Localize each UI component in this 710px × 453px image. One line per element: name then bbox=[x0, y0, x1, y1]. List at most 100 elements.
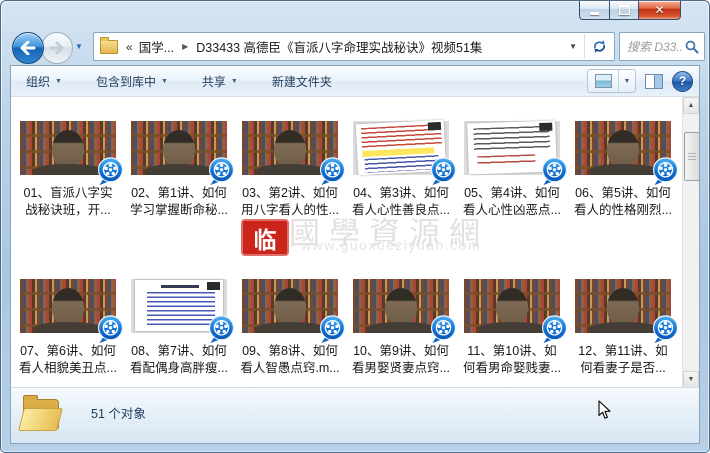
breadcrumb-separator-icon[interactable]: ▶ bbox=[182, 42, 188, 51]
watermark-site-url: www.guoxueziyuan.com bbox=[301, 237, 482, 253]
file-name-line2: 看人心性凶恶点... bbox=[463, 202, 561, 217]
close-button[interactable]: ✕ bbox=[639, 1, 681, 20]
change-view-button[interactable] bbox=[588, 70, 619, 92]
video-player-icon bbox=[541, 157, 568, 186]
search-input[interactable] bbox=[620, 39, 684, 54]
video-player-icon bbox=[97, 157, 124, 186]
video-player-icon bbox=[319, 157, 346, 186]
file-name-line1: 01、盲派八字实 bbox=[23, 186, 113, 200]
breadcrumb-root[interactable]: 国学... bbox=[139, 37, 174, 56]
maximize-button[interactable] bbox=[609, 1, 639, 20]
breadcrumb-current-folder[interactable]: D33433 高德臣《盲派八字命理实战秘诀》视频51集 bbox=[196, 37, 562, 56]
vertical-scrollbar[interactable]: ▲ ▼ bbox=[682, 97, 699, 388]
minimize-icon bbox=[590, 11, 599, 15]
scroll-down-button[interactable]: ▼ bbox=[683, 371, 699, 388]
file-thumbnail bbox=[20, 279, 124, 344]
share-label: 共享 bbox=[201, 74, 226, 89]
file-name: 03、第2讲、如何 用八字看人的性... bbox=[235, 185, 345, 218]
file-thumbnail bbox=[20, 121, 124, 186]
preview-pane-button[interactable] bbox=[645, 73, 663, 89]
file-item[interactable]: 08、第7讲、如何 看配偶身高胖瘦... bbox=[130, 279, 235, 376]
address-dropdown-icon[interactable]: ▼ bbox=[562, 42, 584, 51]
file-name-line1: 04、第3讲、如何 bbox=[353, 186, 449, 200]
recent-pages-chevron[interactable]: ▼ bbox=[75, 42, 83, 51]
file-name-line1: 12、第11讲、如 bbox=[578, 344, 668, 358]
scroll-up-button[interactable]: ▲ bbox=[683, 97, 699, 114]
new-folder-label: 新建文件夹 bbox=[271, 74, 332, 89]
file-name-line1: 05、第4讲、如何 bbox=[464, 186, 560, 200]
file-item[interactable]: 11、第10讲、如 何看男命娶贱妻... bbox=[463, 279, 568, 376]
file-name-line2: 看人智愚点窍.m... bbox=[240, 360, 340, 375]
file-name-line2: 看人心性善良点... bbox=[352, 202, 450, 217]
address-bar[interactable]: « 国学... ▶ D33433 高德臣《盲派八字命理实战秘诀》视频51集 ▼ bbox=[93, 32, 615, 61]
explorer-window: ✕ ▼ « 国学... ▶ D33433 高德臣《盲派八字命理实战秘诀》视频51… bbox=[0, 0, 710, 453]
file-item[interactable]: 05、第4讲、如何 看人心性凶恶点... bbox=[463, 120, 568, 218]
file-item[interactable]: 01、盲派八字实 战秘诀班，开... bbox=[20, 121, 124, 218]
file-item[interactable]: 02、第1讲、如何 学习掌握断命秘... bbox=[130, 121, 235, 218]
file-item[interactable]: 06、第5讲、如何 看人的性格刚烈... bbox=[574, 121, 679, 218]
file-name-line1: 08、第7讲、如何 bbox=[131, 344, 227, 358]
file-name-line2: 战秘诀班，开... bbox=[25, 202, 111, 217]
file-thumbnail bbox=[131, 121, 235, 186]
minimize-button[interactable] bbox=[579, 1, 609, 20]
organize-button[interactable]: 组织 ▼ bbox=[17, 68, 71, 95]
file-name: 11、第10讲、如 何看男命娶贱妻... bbox=[457, 343, 567, 376]
forward-button[interactable] bbox=[41, 32, 73, 64]
new-folder-button[interactable]: 新建文件夹 bbox=[263, 68, 341, 95]
content-frame: 组织 ▼ 包含到库中 ▼ 共享 ▼ 新建文件夹 ▼ ? 临 國學資源網 www.… bbox=[10, 65, 700, 444]
back-button[interactable] bbox=[12, 32, 44, 64]
file-name-line2: 看男娶贤妻点窍... bbox=[352, 360, 450, 375]
arrow-right-icon bbox=[49, 41, 64, 55]
change-view-dropdown[interactable]: ▼ bbox=[619, 70, 635, 92]
file-item[interactable]: 04、第3讲、如何 看人心性善良点... bbox=[352, 119, 457, 218]
arrow-left-icon bbox=[20, 41, 36, 55]
file-name: 02、第1讲、如何 学习掌握断命秘... bbox=[124, 185, 234, 218]
file-name: 07、第6讲、如何 看人相貌美丑点... bbox=[13, 343, 123, 376]
file-thumbnail bbox=[242, 121, 346, 186]
file-name-line2: 何看男命娶贱妻... bbox=[463, 360, 561, 375]
include-in-library-button[interactable]: 包含到库中 ▼ bbox=[87, 68, 177, 95]
file-name: 10、第9讲、如何 看男娶贤妻点窍... bbox=[346, 343, 456, 376]
file-name: 06、第5讲、如何 看人的性格刚烈... bbox=[568, 185, 678, 218]
close-icon: ✕ bbox=[654, 3, 665, 17]
file-item[interactable]: 03、第2讲、如何 用八字看人的性... bbox=[241, 121, 346, 218]
details-pane: 51 个对象 bbox=[11, 387, 699, 443]
item-count-label: 51 个对象 bbox=[91, 407, 146, 421]
chevron-down-icon: ▼ bbox=[55, 77, 62, 85]
file-name-line2: 看人相貌美丑点... bbox=[19, 360, 117, 375]
chevron-down-icon: ▼ bbox=[623, 77, 631, 85]
refresh-button[interactable] bbox=[584, 34, 614, 59]
file-name-line1: 02、第1讲、如何 bbox=[131, 186, 227, 200]
scrollbar-thumb[interactable] bbox=[684, 132, 699, 181]
file-item[interactable]: 07、第6讲、如何 看人相貌美丑点... bbox=[19, 279, 124, 376]
toolbar-right-group: ▼ ? bbox=[587, 69, 693, 93]
file-name: 05、第4讲、如何 看人心性凶恶点... bbox=[457, 185, 567, 218]
file-name-line2: 看人的性格刚烈... bbox=[574, 202, 672, 217]
file-list-area[interactable]: 临 國學資源網 www.guoxueziyuan.com 01、盲派八字实 战秘… bbox=[11, 97, 699, 388]
help-button[interactable]: ? bbox=[672, 70, 693, 92]
file-name-line2: 用八字看人的性... bbox=[241, 202, 339, 217]
organize-label: 组织 bbox=[26, 74, 51, 89]
video-player-icon bbox=[208, 157, 235, 186]
file-thumbnail bbox=[131, 279, 235, 344]
file-name-line2: 看配偶身高胖瘦... bbox=[130, 360, 228, 375]
share-button[interactable]: 共享 ▼ bbox=[193, 68, 247, 95]
preview-pane-icon bbox=[645, 73, 663, 89]
include-in-library-label: 包含到库中 bbox=[95, 74, 156, 89]
file-item[interactable]: 12、第11讲、如 何看妻子是否... bbox=[575, 279, 679, 376]
video-player-icon bbox=[430, 315, 457, 344]
search-box[interactable] bbox=[619, 32, 705, 61]
file-name-line2: 何看妻子是否... bbox=[580, 360, 666, 375]
file-item[interactable]: 10、第9讲、如何 看男娶贤妻点窍... bbox=[352, 279, 457, 376]
file-thumbnail bbox=[464, 120, 568, 186]
search-icon[interactable] bbox=[684, 39, 700, 55]
breadcrumb-overflow-icon[interactable]: « bbox=[126, 40, 133, 54]
file-name-line1: 06、第5讲、如何 bbox=[575, 186, 671, 200]
video-player-icon bbox=[652, 315, 679, 344]
help-icon: ? bbox=[678, 74, 687, 88]
file-name-line1: 10、第9讲、如何 bbox=[353, 344, 449, 358]
folder-icon bbox=[100, 36, 118, 54]
chevron-down-icon: ▼ bbox=[160, 77, 168, 85]
chevron-down-icon: ▼ bbox=[230, 77, 238, 85]
file-item[interactable]: 09、第8讲、如何 看人智愚点窍.m... bbox=[240, 279, 346, 376]
